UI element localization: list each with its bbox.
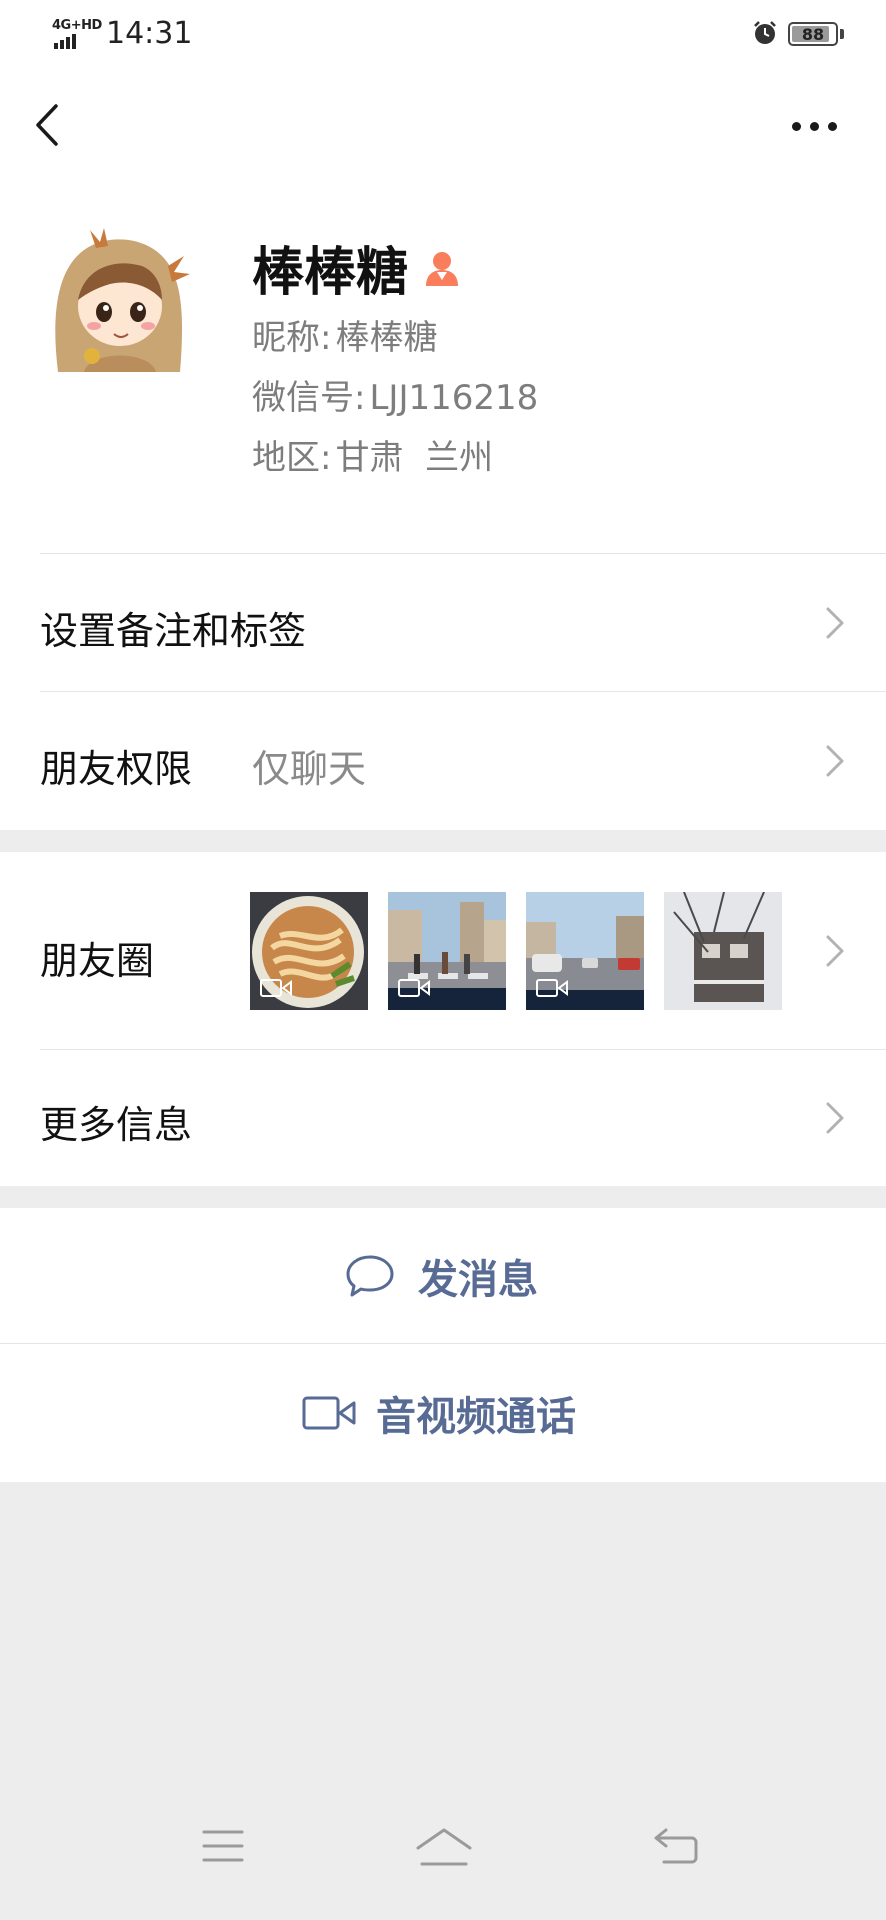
female-icon	[426, 251, 459, 286]
moment-thumbnail-road[interactable]	[526, 892, 644, 1010]
send-message-label: 发消息	[418, 1257, 538, 1303]
chevron-right-icon	[826, 935, 844, 967]
network-type: 4G+HD	[52, 18, 102, 33]
avatar[interactable]	[44, 222, 196, 374]
more-info-row[interactable]: 更多信息	[0, 1050, 886, 1186]
nav-bar	[0, 70, 886, 180]
menu-icon[interactable]	[200, 1826, 246, 1866]
friend-permission-row[interactable]: 朋友权限 仅聊天	[0, 692, 886, 830]
moment-thumbnail-building[interactable]	[664, 892, 782, 1010]
region-value: 甘肃 兰州	[335, 438, 494, 478]
remark-tags-row[interactable]: 设置备注和标签	[0, 554, 886, 692]
status-bar: 4G+HD 14:31 88	[0, 0, 886, 70]
nickname-value: 棒棒糖	[335, 318, 438, 358]
wechat-id-value[interactable]: LJJ116218	[369, 378, 538, 418]
chevron-right-icon	[826, 1102, 844, 1134]
profile-header: 棒棒糖 昵称: 棒棒糖 微信号: LJJ116218 地区: 甘肃 兰州	[0, 180, 886, 554]
home-icon[interactable]	[414, 1826, 474, 1868]
moment-thumbnail-street[interactable]	[388, 892, 506, 1010]
nickname-line: 昵称: 棒棒糖	[252, 310, 437, 359]
moments-label: 朋友圈	[40, 939, 155, 983]
wechat-id-line: 微信号: LJJ116218	[252, 370, 538, 419]
profile-name: 棒棒糖	[252, 243, 409, 303]
video-camera-icon	[302, 1396, 356, 1430]
nickname-label: 昵称:	[252, 318, 332, 358]
system-nav-bar	[0, 1780, 886, 1920]
more-dots-icon[interactable]	[792, 114, 844, 138]
more-info-label: 更多信息	[40, 1103, 193, 1147]
chat-bubble-icon	[346, 1255, 394, 1297]
video-call-button[interactable]: 音视频通话	[0, 1344, 886, 1482]
send-message-button[interactable]: 发消息	[0, 1208, 886, 1344]
chevron-right-icon	[826, 607, 844, 639]
moment-thumbnail-noodles[interactable]	[250, 892, 368, 1010]
friend-permission-value: 仅聊天	[252, 747, 367, 791]
friend-permission-label: 朋友权限	[40, 747, 193, 791]
battery-icon: 88	[788, 22, 838, 46]
moments-thumbnails	[250, 892, 782, 1010]
battery-level: 88	[801, 25, 825, 44]
alarm-icon	[754, 21, 776, 44]
region-line: 地区: 甘肃 兰州	[252, 430, 493, 479]
remark-tags-label: 设置备注和标签	[40, 609, 307, 653]
wechat-id-label: 微信号:	[252, 378, 366, 418]
back-icon[interactable]	[652, 1826, 700, 1866]
moments-row[interactable]: 朋友圈	[0, 852, 886, 1050]
video-icon	[536, 979, 568, 997]
video-icon	[260, 979, 292, 997]
video-icon	[398, 979, 430, 997]
back-arrow-icon[interactable]	[28, 100, 68, 150]
video-call-label: 音视频通话	[376, 1394, 576, 1440]
region-label: 地区:	[252, 438, 332, 478]
status-time: 14:31	[106, 16, 193, 51]
signal-icon: 4G+HD	[52, 18, 102, 49]
chevron-right-icon	[826, 745, 844, 777]
